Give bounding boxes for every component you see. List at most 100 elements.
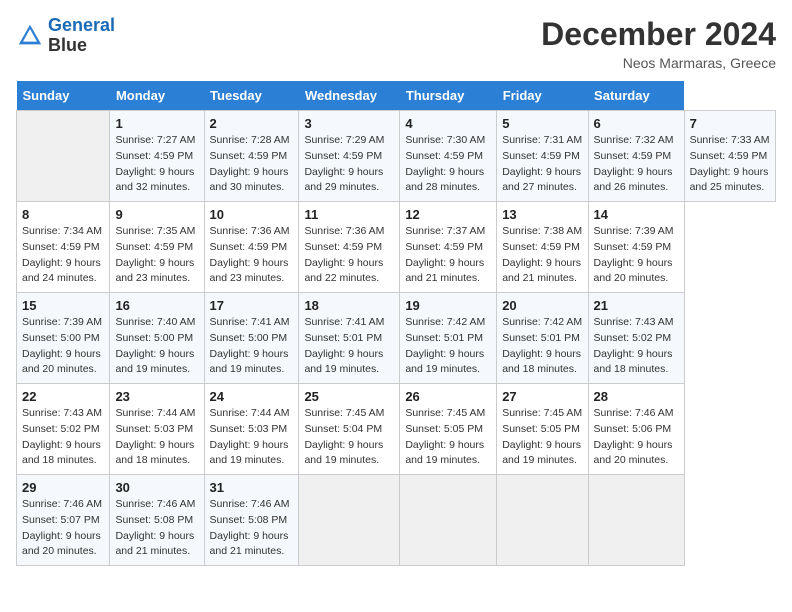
day-number: 28 (594, 389, 679, 404)
day-detail: Sunrise: 7:40 AMSunset: 5:00 PMDaylight:… (115, 315, 198, 378)
day-number: 1 (115, 116, 198, 131)
day-number: 13 (502, 207, 582, 222)
day-detail: Sunrise: 7:37 AMSunset: 4:59 PMDaylight:… (405, 224, 491, 287)
day-detail: Sunrise: 7:44 AMSunset: 5:03 PMDaylight:… (210, 406, 294, 469)
day-detail: Sunrise: 7:30 AMSunset: 4:59 PMDaylight:… (405, 133, 491, 196)
weekday-header: Saturday (588, 81, 684, 111)
calendar-day-cell: 28 Sunrise: 7:46 AMSunset: 5:06 PMDayligh… (588, 384, 684, 475)
weekday-header: Monday (110, 81, 204, 111)
weekday-header: Sunday (17, 81, 110, 111)
calendar-day-cell (497, 475, 588, 566)
day-detail: Sunrise: 7:44 AMSunset: 5:03 PMDaylight:… (115, 406, 198, 469)
day-number: 18 (304, 298, 394, 313)
calendar-day-cell: 12 Sunrise: 7:37 AMSunset: 4:59 PMDayligh… (400, 202, 497, 293)
calendar-week-row: 1 Sunrise: 7:27 AMSunset: 4:59 PMDaylight… (17, 111, 776, 202)
day-number: 12 (405, 207, 491, 222)
calendar-day-cell: 26 Sunrise: 7:45 AMSunset: 5:05 PMDayligh… (400, 384, 497, 475)
day-detail: Sunrise: 7:45 AMSunset: 5:05 PMDaylight:… (502, 406, 582, 469)
weekday-header: Wednesday (299, 81, 400, 111)
day-number: 3 (304, 116, 394, 131)
day-detail: Sunrise: 7:34 AMSunset: 4:59 PMDaylight:… (22, 224, 104, 287)
calendar-day-cell: 3 Sunrise: 7:29 AMSunset: 4:59 PMDaylight… (299, 111, 400, 202)
day-detail: Sunrise: 7:39 AMSunset: 5:00 PMDaylight:… (22, 315, 104, 378)
weekday-header-row: SundayMondayTuesdayWednesdayThursdayFrid… (17, 81, 776, 111)
calendar-day-cell: 4 Sunrise: 7:30 AMSunset: 4:59 PMDaylight… (400, 111, 497, 202)
day-number: 23 (115, 389, 198, 404)
calendar-day-cell: 24 Sunrise: 7:44 AMSunset: 5:03 PMDayligh… (204, 384, 299, 475)
day-number: 8 (22, 207, 104, 222)
day-number: 14 (594, 207, 679, 222)
day-detail: Sunrise: 7:33 AMSunset: 4:59 PMDaylight:… (690, 133, 770, 196)
calendar-day-cell: 7 Sunrise: 7:33 AMSunset: 4:59 PMDaylight… (684, 111, 775, 202)
calendar-day-cell: 6Sunrise: 7:32 AMSunset: 4:59 PMDaylight… (588, 111, 684, 202)
day-number: 29 (22, 480, 104, 495)
day-detail: Sunrise: 7:35 AMSunset: 4:59 PMDaylight:… (115, 224, 198, 287)
calendar-day-cell: 21Sunrise: 7:43 AMSunset: 5:02 PMDayligh… (588, 293, 684, 384)
day-detail: Sunrise: 7:46 AMSunset: 5:08 PMDaylight:… (115, 497, 198, 560)
day-detail: Sunrise: 7:41 AMSunset: 5:00 PMDaylight:… (210, 315, 294, 378)
day-detail: Sunrise: 7:38 AMSunset: 4:59 PMDaylight:… (502, 224, 582, 287)
day-number: 5 (502, 116, 582, 131)
header: General Blue December 2024 Neos Marmaras… (16, 16, 776, 71)
calendar-day-cell: 18 Sunrise: 7:41 AMSunset: 5:01 PMDayligh… (299, 293, 400, 384)
calendar-week-row: 15 Sunrise: 7:39 AMSunset: 5:00 PMDayligh… (17, 293, 776, 384)
day-number: 26 (405, 389, 491, 404)
day-number: 16 (115, 298, 198, 313)
day-detail: Sunrise: 7:28 AMSunset: 4:59 PMDaylight:… (210, 133, 294, 196)
day-number: 25 (304, 389, 394, 404)
day-detail: Sunrise: 7:29 AMSunset: 4:59 PMDaylight:… (304, 133, 394, 196)
calendar-day-cell: 20Sunrise: 7:42 AMSunset: 5:01 PMDayligh… (497, 293, 588, 384)
day-detail: Sunrise: 7:39 AMSunset: 4:59 PMDaylight:… (594, 224, 679, 287)
calendar-day-cell: 31 Sunrise: 7:46 AMSunset: 5:08 PMDayligh… (204, 475, 299, 566)
day-detail: Sunrise: 7:36 AMSunset: 4:59 PMDaylight:… (210, 224, 294, 287)
day-detail: Sunrise: 7:41 AMSunset: 5:01 PMDaylight:… (304, 315, 394, 378)
day-detail: Sunrise: 7:43 AMSunset: 5:02 PMDaylight:… (22, 406, 104, 469)
calendar-day-cell: 5Sunrise: 7:31 AMSunset: 4:59 PMDaylight… (497, 111, 588, 202)
calendar-day-cell: 10 Sunrise: 7:36 AMSunset: 4:59 PMDayligh… (204, 202, 299, 293)
day-number: 2 (210, 116, 294, 131)
day-detail: Sunrise: 7:46 AMSunset: 5:06 PMDaylight:… (594, 406, 679, 469)
day-number: 7 (690, 116, 770, 131)
day-detail: Sunrise: 7:45 AMSunset: 5:04 PMDaylight:… (304, 406, 394, 469)
day-detail: Sunrise: 7:45 AMSunset: 5:05 PMDaylight:… (405, 406, 491, 469)
day-number: 27 (502, 389, 582, 404)
day-number: 24 (210, 389, 294, 404)
day-number: 6 (594, 116, 679, 131)
calendar-day-cell: 2 Sunrise: 7:28 AMSunset: 4:59 PMDaylight… (204, 111, 299, 202)
logo: General Blue (16, 16, 115, 56)
calendar-day-cell: 8 Sunrise: 7:34 AMSunset: 4:59 PMDaylight… (17, 202, 110, 293)
day-number: 20 (502, 298, 582, 313)
calendar-day-cell: 11 Sunrise: 7:36 AMSunset: 4:59 PMDayligh… (299, 202, 400, 293)
calendar-day-cell: 9 Sunrise: 7:35 AMSunset: 4:59 PMDaylight… (110, 202, 204, 293)
location: Neos Marmaras, Greece (541, 55, 776, 71)
day-number: 9 (115, 207, 198, 222)
weekday-header: Thursday (400, 81, 497, 111)
day-detail: Sunrise: 7:27 AMSunset: 4:59 PMDaylight:… (115, 133, 198, 196)
calendar-table: SundayMondayTuesdayWednesdayThursdayFrid… (16, 81, 776, 566)
calendar-day-cell: 14 Sunrise: 7:39 AMSunset: 4:59 PMDayligh… (588, 202, 684, 293)
calendar-day-cell (299, 475, 400, 566)
calendar-day-cell: 17Sunrise: 7:41 AMSunset: 5:00 PMDayligh… (204, 293, 299, 384)
weekday-header: Tuesday (204, 81, 299, 111)
logo-icon (16, 22, 44, 50)
day-detail: Sunrise: 7:46 AMSunset: 5:07 PMDaylight:… (22, 497, 104, 560)
calendar-day-cell: 1 Sunrise: 7:27 AMSunset: 4:59 PMDaylight… (110, 111, 204, 202)
calendar-week-row: 22 Sunrise: 7:43 AMSunset: 5:02 PMDayligh… (17, 384, 776, 475)
day-number: 19 (405, 298, 491, 313)
day-number: 10 (210, 207, 294, 222)
calendar-day-cell: 30Sunrise: 7:46 AMSunset: 5:08 PMDayligh… (110, 475, 204, 566)
weekday-header: Friday (497, 81, 588, 111)
day-number: 4 (405, 116, 491, 131)
day-number: 11 (304, 207, 394, 222)
calendar-day-cell: 16 Sunrise: 7:40 AMSunset: 5:00 PMDayligh… (110, 293, 204, 384)
calendar-week-row: 8 Sunrise: 7:34 AMSunset: 4:59 PMDaylight… (17, 202, 776, 293)
day-number: 31 (210, 480, 294, 495)
day-number: 22 (22, 389, 104, 404)
day-detail: Sunrise: 7:46 AMSunset: 5:08 PMDaylight:… (210, 497, 294, 560)
calendar-day-cell: 22 Sunrise: 7:43 AMSunset: 5:02 PMDayligh… (17, 384, 110, 475)
day-detail: Sunrise: 7:36 AMSunset: 4:59 PMDaylight:… (304, 224, 394, 287)
day-number: 15 (22, 298, 104, 313)
calendar-day-cell: 15 Sunrise: 7:39 AMSunset: 5:00 PMDayligh… (17, 293, 110, 384)
calendar-week-row: 29 Sunrise: 7:46 AMSunset: 5:07 PMDayligh… (17, 475, 776, 566)
calendar-day-cell: 19Sunrise: 7:42 AMSunset: 5:01 PMDayligh… (400, 293, 497, 384)
